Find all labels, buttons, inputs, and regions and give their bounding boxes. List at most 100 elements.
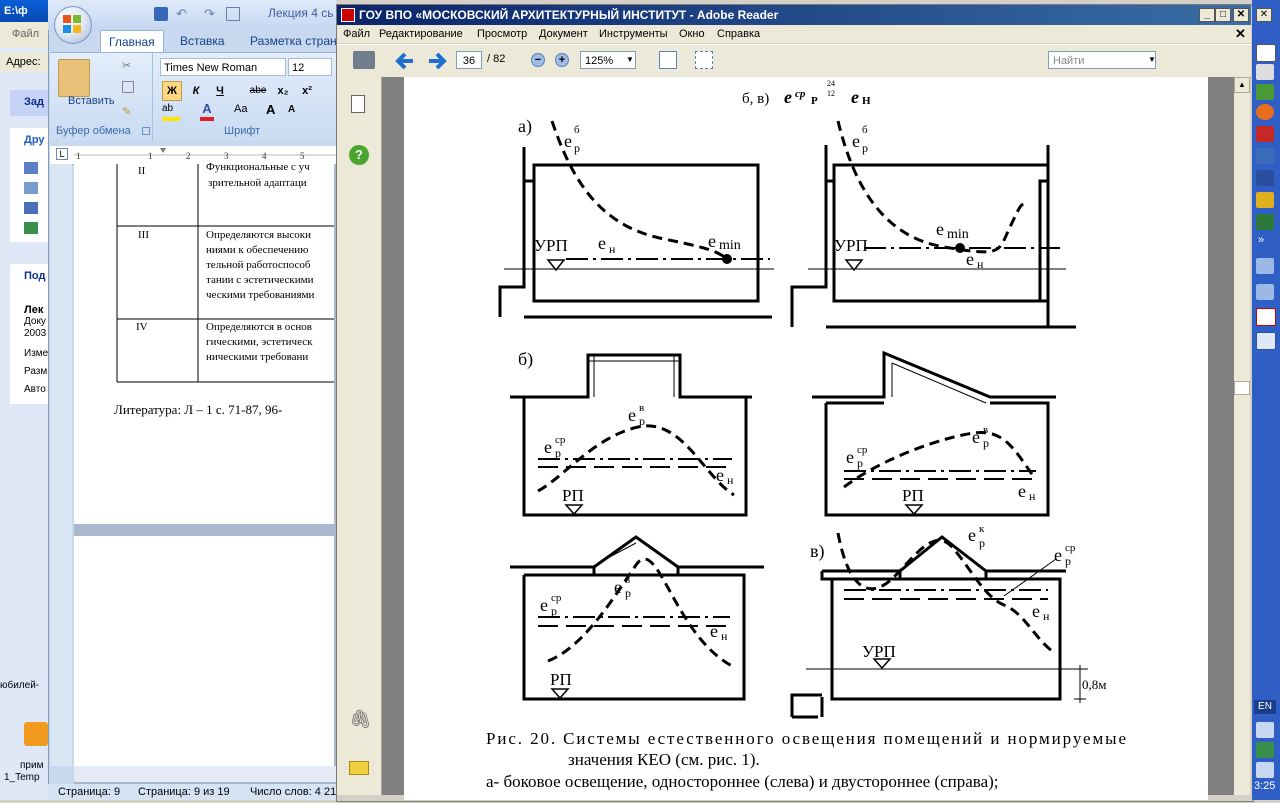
chevron-down-icon[interactable]: ▼ xyxy=(626,55,634,64)
status-words[interactable]: Число слов: 4 21 xyxy=(250,784,336,800)
italic-button[interactable]: К xyxy=(186,81,206,101)
computer-icon[interactable] xyxy=(24,202,38,214)
tab-selector-icon[interactable]: L xyxy=(56,148,68,160)
change-case-icon[interactable]: Aa xyxy=(234,103,247,115)
section-label: а) xyxy=(518,116,532,137)
fit-page-icon[interactable] xyxy=(695,51,713,69)
comments-icon[interactable] xyxy=(349,761,369,775)
documents-icon[interactable] xyxy=(24,182,38,194)
details-line: Доку xyxy=(24,316,46,327)
quicklaunch-icon[interactable] xyxy=(1256,44,1276,62)
taskbar-window-button[interactable] xyxy=(1256,284,1274,300)
subscript-button[interactable]: x₂ xyxy=(272,81,294,101)
strikethrough-button[interactable]: abe xyxy=(246,81,270,101)
minimize-button[interactable]: _ xyxy=(1199,8,1215,22)
find-input[interactable]: Найти xyxy=(1048,51,1156,69)
firefox-icon[interactable] xyxy=(1256,104,1274,120)
format-painter-icon[interactable]: ✎ xyxy=(122,105,131,118)
horizontal-scrollbar[interactable] xyxy=(74,766,336,782)
menu-file[interactable]: Файл xyxy=(343,25,370,43)
menu-help[interactable]: Справка xyxy=(717,25,760,43)
vertical-scrollbar[interactable]: ▲ xyxy=(1234,77,1250,795)
status-page[interactable]: Страница: 9 xyxy=(58,784,120,800)
taskbar-window-button[interactable] xyxy=(1256,258,1274,274)
close-document-icon[interactable]: ✕ xyxy=(1235,25,1246,43)
save-icon[interactable] xyxy=(154,7,168,21)
font-name-select[interactable]: Times New Roman xyxy=(160,58,286,76)
label-dimension: 0,8м xyxy=(1082,677,1106,692)
quicklaunch-icon[interactable] xyxy=(1256,126,1274,142)
quicklaunch-icon[interactable] xyxy=(1256,64,1274,80)
paste-icon[interactable] xyxy=(58,59,90,97)
paste-button[interactable]: Вставить xyxy=(68,95,115,107)
menu-document[interactable]: Документ xyxy=(539,25,588,43)
svg-text:2: 2 xyxy=(186,151,191,161)
zoom-out-icon[interactable]: − xyxy=(531,53,545,67)
chevron-down-icon[interactable]: ▼ xyxy=(1148,55,1156,64)
underline-button[interactable]: Ч xyxy=(210,81,230,101)
quicklaunch-icon[interactable] xyxy=(1256,148,1274,164)
shrink-font-icon[interactable]: A xyxy=(288,104,295,115)
tab-page-layout[interactable]: Разметка страни xyxy=(242,30,351,52)
superscript-button[interactable]: x² xyxy=(296,81,318,101)
document-page[interactable] xyxy=(74,536,334,766)
reader-titlebar[interactable]: ГОУ ВПО «МОСКОВСКИЙ АРХИТЕКТУРНЫЙ ИНСТИТ… xyxy=(337,5,1251,25)
table-cell-text: Функциональные с уч xyxy=(206,161,310,173)
copy-icon[interactable] xyxy=(122,81,134,93)
label-e: e xyxy=(628,405,636,425)
explorer-task-panel[interactable]: Зад xyxy=(10,90,50,116)
status-pages[interactable]: Страница: 9 из 19 xyxy=(138,784,230,800)
tray-icon[interactable] xyxy=(1256,722,1274,738)
highlight-icon[interactable]: ab xyxy=(162,103,180,121)
next-page-icon[interactable] xyxy=(427,51,447,71)
previous-page-icon[interactable] xyxy=(395,51,415,71)
page-number-input[interactable]: 36 xyxy=(456,51,482,69)
dialog-launcher-icon[interactable] xyxy=(142,127,150,135)
fit-width-icon[interactable] xyxy=(659,51,677,69)
font-size-select[interactable]: 12 xyxy=(288,58,332,76)
quicklaunch-icon[interactable] xyxy=(1256,84,1274,100)
photoshop-icon[interactable] xyxy=(1256,170,1274,186)
desktop-app-icon[interactable] xyxy=(24,722,48,746)
label-sub: р xyxy=(625,586,631,600)
tray-icon[interactable] xyxy=(1256,762,1274,778)
explorer-close-button[interactable]: ✕ xyxy=(1256,8,1272,22)
chevron-right-icon[interactable]: » xyxy=(1258,234,1264,246)
menu-window[interactable]: Окно xyxy=(679,25,705,43)
maximize-button[interactable]: □ xyxy=(1215,8,1231,22)
pages-icon[interactable] xyxy=(351,95,365,113)
menu-view[interactable]: Просмотр xyxy=(477,25,527,43)
bold-button[interactable]: Ж xyxy=(162,81,182,101)
scroll-up-icon[interactable]: ▲ xyxy=(1234,77,1250,93)
clock[interactable]: 3:25 xyxy=(1254,780,1275,792)
network-icon[interactable] xyxy=(24,222,38,234)
print-preview-icon[interactable] xyxy=(226,7,240,21)
tab-home[interactable]: Главная xyxy=(100,30,164,53)
folder-icon[interactable] xyxy=(24,162,38,174)
font-color-icon[interactable]: A xyxy=(200,101,214,121)
grow-font-icon[interactable]: A xyxy=(266,102,275,117)
taskbar-word-button[interactable] xyxy=(1256,332,1276,350)
explorer-title[interactable]: E:\ф xyxy=(0,0,50,22)
print-icon[interactable] xyxy=(353,51,375,69)
taskbar-reader-button[interactable] xyxy=(1256,308,1276,326)
menu-edit[interactable]: Редактирование xyxy=(379,25,463,43)
quicklaunch-icon[interactable] xyxy=(1256,192,1274,208)
cut-icon[interactable]: ✂ xyxy=(122,59,131,72)
document-page[interactable]: II Функциональные с уч зрительной адапта… xyxy=(74,161,334,524)
explorer-file-menu[interactable]: Файл xyxy=(12,28,39,40)
attachments-icon[interactable]: 🖇 xyxy=(349,709,372,730)
tab-insert[interactable]: Вставка xyxy=(172,30,233,52)
scroll-thumb[interactable] xyxy=(1234,381,1250,395)
quicklaunch-icon[interactable] xyxy=(1256,214,1274,230)
pdf-page[interactable]: б, в) e ср Р 24 12 e Н а) УРП e б р e н … xyxy=(404,77,1208,800)
close-button[interactable]: ✕ xyxy=(1233,8,1249,22)
help-icon[interactable]: ? xyxy=(349,145,369,165)
zoom-in-icon[interactable]: + xyxy=(555,53,569,67)
redo-icon[interactable]: ↷ xyxy=(204,6,215,22)
language-indicator[interactable]: EN xyxy=(1254,700,1276,714)
tray-icon[interactable] xyxy=(1256,742,1274,758)
menu-tools[interactable]: Инструменты xyxy=(599,25,668,43)
table-cell-text: ническими требовани xyxy=(206,351,309,363)
undo-icon[interactable]: ↶ xyxy=(176,6,187,22)
